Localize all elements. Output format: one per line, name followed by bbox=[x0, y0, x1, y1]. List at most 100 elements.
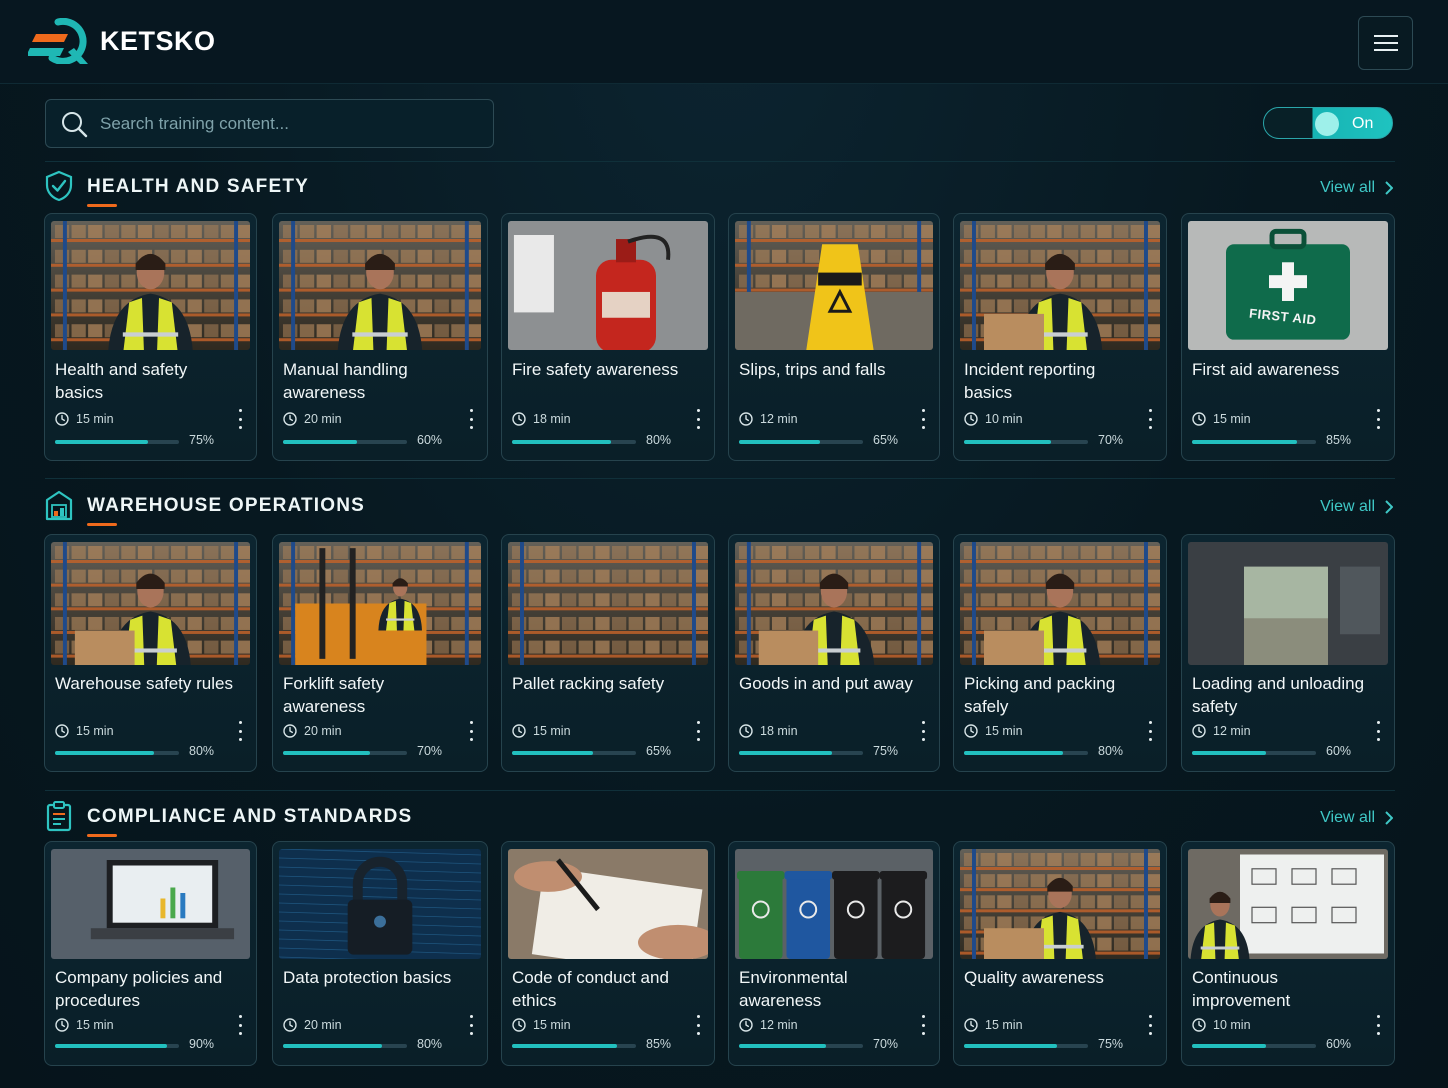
course-thumbnail[interactable] bbox=[508, 221, 708, 350]
search-icon bbox=[62, 111, 88, 137]
warehouse-icon bbox=[45, 490, 73, 521]
course-title[interactable]: Health and safety basics bbox=[55, 358, 235, 404]
chevron-right-icon bbox=[1385, 181, 1393, 195]
course-thumbnail[interactable] bbox=[279, 542, 481, 665]
more-options-button[interactable] bbox=[467, 1015, 475, 1035]
view-all-link[interactable]: View all bbox=[1320, 809, 1393, 827]
more-options-button[interactable] bbox=[1374, 1015, 1382, 1035]
more-options-button[interactable] bbox=[1146, 721, 1154, 741]
course-card[interactable]: Code of conduct and ethics 15 min 85% bbox=[501, 841, 715, 1066]
course-duration: 10 min bbox=[964, 412, 1023, 426]
course-title[interactable]: Incident reporting basics bbox=[964, 358, 1144, 404]
course-title[interactable]: First aid awareness bbox=[1192, 358, 1372, 381]
brand-logo[interactable]: KETSKO bbox=[28, 18, 216, 64]
course-title[interactable]: Goods in and put away bbox=[739, 672, 919, 695]
course-card[interactable]: Goods in and put away 18 min 75% bbox=[728, 534, 940, 772]
more-options-button[interactable] bbox=[919, 409, 927, 429]
course-card[interactable]: Loading and unloading safety 12 min 60% bbox=[1181, 534, 1395, 772]
course-thumbnail[interactable] bbox=[51, 542, 250, 665]
course-thumbnail[interactable] bbox=[1188, 221, 1388, 350]
course-title[interactable]: Environmental awareness bbox=[739, 966, 919, 1012]
search-box[interactable] bbox=[45, 99, 494, 148]
course-duration: 15 min bbox=[512, 1018, 571, 1032]
course-title[interactable]: Manual handling awareness bbox=[283, 358, 463, 404]
toggle-switch[interactable]: On bbox=[1263, 107, 1393, 139]
course-card[interactable]: Company policies and procedures 15 min 9… bbox=[44, 841, 257, 1066]
more-options-button[interactable] bbox=[694, 409, 702, 429]
more-options-button[interactable] bbox=[467, 409, 475, 429]
course-thumbnail[interactable] bbox=[735, 849, 933, 959]
progress-percent: 80% bbox=[646, 433, 672, 447]
course-card[interactable]: Warehouse safety rules 15 min 80% bbox=[44, 534, 257, 772]
course-card[interactable]: Continuous improvement 10 min 60% bbox=[1181, 841, 1395, 1066]
more-options-button[interactable] bbox=[1146, 409, 1154, 429]
course-title[interactable]: Data protection basics bbox=[283, 966, 463, 989]
clock-icon bbox=[964, 1018, 978, 1032]
clock-icon bbox=[964, 412, 978, 426]
more-options-button[interactable] bbox=[919, 721, 927, 741]
duration-text: 18 min bbox=[533, 412, 571, 426]
course-card[interactable]: Picking and packing safely 15 min 80% bbox=[953, 534, 1167, 772]
course-card[interactable]: Quality awareness 15 min 75% bbox=[953, 841, 1167, 1066]
course-card[interactable]: Data protection basics 20 min 80% bbox=[272, 841, 488, 1066]
course-card[interactable]: Fire safety awareness 18 min 80% bbox=[501, 213, 715, 461]
course-thumbnail[interactable] bbox=[960, 542, 1160, 665]
course-thumbnail[interactable] bbox=[51, 849, 250, 959]
clock-icon bbox=[55, 412, 69, 426]
progress-percent: 80% bbox=[189, 744, 215, 758]
course-title[interactable]: Continuous improvement bbox=[1192, 966, 1372, 1012]
view-all-link[interactable]: View all bbox=[1320, 498, 1393, 516]
course-card[interactable]: Environmental awareness 12 min 70% bbox=[728, 841, 940, 1066]
course-thumbnail[interactable] bbox=[960, 221, 1160, 350]
course-thumbnail[interactable] bbox=[735, 221, 933, 350]
course-title[interactable]: Picking and packing safely bbox=[964, 672, 1144, 718]
course-card[interactable]: Health and safety basics 15 min 75% bbox=[44, 213, 257, 461]
progress-fill bbox=[739, 751, 832, 755]
course-title[interactable]: Code of conduct and ethics bbox=[512, 966, 692, 1012]
clock-icon bbox=[1192, 1018, 1206, 1032]
course-title[interactable]: Warehouse safety rules bbox=[55, 672, 235, 695]
more-options-button[interactable] bbox=[236, 409, 244, 429]
course-card[interactable]: Manual handling awareness 20 min 60% bbox=[272, 213, 488, 461]
progress-bar bbox=[739, 751, 863, 755]
more-options-button[interactable] bbox=[1374, 409, 1382, 429]
more-options-button[interactable] bbox=[694, 721, 702, 741]
toggle-knob[interactable] bbox=[1315, 112, 1339, 136]
view-all-link[interactable]: View all bbox=[1320, 179, 1393, 197]
progress-percent: 75% bbox=[873, 744, 899, 758]
course-thumbnail[interactable] bbox=[960, 849, 1160, 959]
search-input[interactable] bbox=[100, 113, 470, 134]
course-card[interactable]: Incident reporting basics 10 min 70% bbox=[953, 213, 1167, 461]
course-card[interactable]: Slips, trips and falls 12 min 65% bbox=[728, 213, 940, 461]
more-options-button[interactable] bbox=[919, 1015, 927, 1035]
course-thumbnail[interactable] bbox=[1188, 542, 1388, 665]
progress-bar bbox=[55, 440, 179, 444]
progress-percent: 65% bbox=[873, 433, 899, 447]
course-title[interactable]: Slips, trips and falls bbox=[739, 358, 919, 381]
progress-fill bbox=[739, 1044, 826, 1048]
more-options-button[interactable] bbox=[1146, 1015, 1154, 1035]
course-thumbnail[interactable] bbox=[51, 221, 250, 350]
course-card[interactable]: Pallet racking safety 15 min 65% bbox=[501, 534, 715, 772]
course-title[interactable]: Forklift safety awareness bbox=[283, 672, 463, 718]
course-thumbnail[interactable] bbox=[279, 849, 481, 959]
more-options-button[interactable] bbox=[1374, 721, 1382, 741]
course-title[interactable]: Quality awareness bbox=[964, 966, 1144, 989]
more-options-button[interactable] bbox=[467, 721, 475, 741]
duration-text: 12 min bbox=[760, 1018, 798, 1032]
more-options-button[interactable] bbox=[236, 721, 244, 741]
course-thumbnail[interactable] bbox=[1188, 849, 1388, 959]
course-title[interactable]: Company policies and procedures bbox=[55, 966, 235, 1012]
course-title[interactable]: Pallet racking safety bbox=[512, 672, 692, 695]
course-card[interactable]: Forklift safety awareness 20 min 70% bbox=[272, 534, 488, 772]
more-options-button[interactable] bbox=[236, 1015, 244, 1035]
course-thumbnail[interactable] bbox=[279, 221, 481, 350]
course-title[interactable]: Loading and unloading safety bbox=[1192, 672, 1372, 718]
hamburger-menu-button[interactable] bbox=[1358, 16, 1413, 70]
course-card[interactable]: First aid awareness 15 min 85% FIRST AID bbox=[1181, 213, 1395, 461]
course-title[interactable]: Fire safety awareness bbox=[512, 358, 692, 381]
course-thumbnail[interactable] bbox=[508, 849, 708, 959]
course-thumbnail[interactable] bbox=[735, 542, 933, 665]
more-options-button[interactable] bbox=[694, 1015, 702, 1035]
course-thumbnail[interactable] bbox=[508, 542, 708, 665]
